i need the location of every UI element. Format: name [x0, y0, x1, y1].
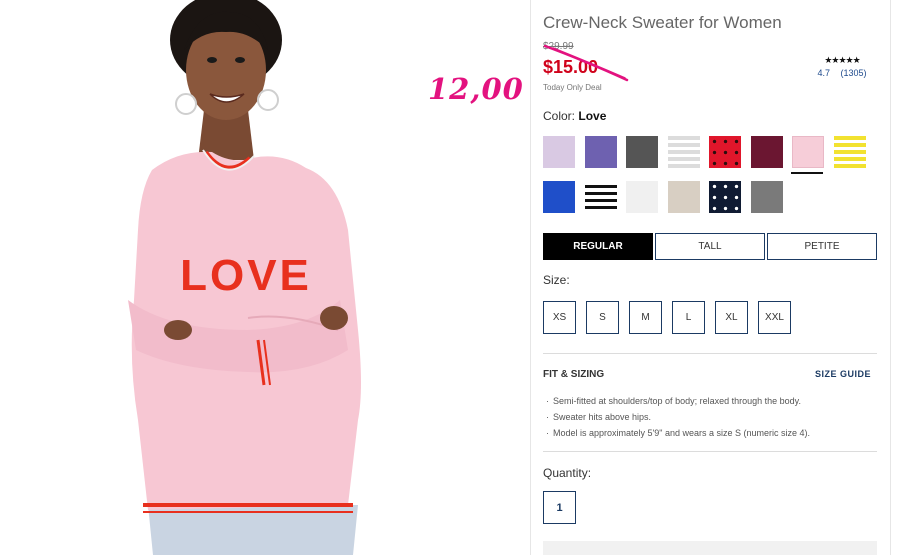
tab-regular[interactable]: REGULAR — [543, 233, 653, 260]
color-swatch-yellow-stripe[interactable] — [833, 136, 866, 168]
color-swatch-love-pink[interactable] — [792, 136, 824, 168]
review-count-link[interactable]: (1305) — [841, 68, 867, 78]
handwritten-strikethrough — [543, 44, 629, 82]
fit-sizing-heading: FIT & SIZING — [543, 369, 605, 380]
sweater-print-text: LOVE — [180, 251, 312, 300]
deal-label: Today Only Deal — [543, 83, 602, 92]
color-label-text: Color: — [543, 109, 576, 123]
color-swatch-navy-dot[interactable] — [709, 181, 741, 213]
quantity-label: Quantity: — [543, 466, 592, 480]
size-button-xs[interactable]: XS — [543, 301, 576, 334]
color-swatch-oatmeal[interactable] — [667, 181, 700, 213]
column-divider-right — [890, 0, 891, 555]
model-illustration: LOVE — [108, 0, 404, 555]
tab-tall[interactable]: TALL — [655, 233, 765, 260]
column-divider-left — [530, 0, 531, 555]
rating-value: 4.7 — [817, 68, 830, 78]
color-swatch-black-white-stripe[interactable] — [584, 181, 617, 213]
section-divider — [543, 451, 877, 452]
color-swatch-red-dot[interactable] — [709, 136, 741, 168]
add-to-bag-panel — [543, 541, 877, 555]
color-label: Color: Love — [543, 109, 606, 123]
color-swatch-white[interactable] — [626, 181, 658, 213]
section-divider — [543, 353, 877, 354]
size-label: Size: — [543, 273, 570, 287]
size-button-xl[interactable]: XL — [715, 301, 748, 334]
product-rating[interactable]: ★★★★★ 4.7 (1305) — [814, 55, 870, 78]
selected-color-name: Love — [578, 109, 607, 123]
quantity-select[interactable]: 1 — [543, 491, 576, 524]
size-button-s[interactable]: S — [586, 301, 619, 334]
list-item: Semi-fitted at shoulders/top of body; re… — [546, 393, 810, 409]
tab-petite[interactable]: PETITE — [767, 233, 877, 260]
fit-tabs: REGULAR TALL PETITE — [543, 233, 877, 260]
color-swatch-cobalt[interactable] — [543, 181, 575, 213]
color-swatch-lavender[interactable] — [543, 136, 575, 168]
size-options: XS S M L XL XXL — [543, 301, 791, 334]
star-rating-icon: ★★★★★ — [824, 55, 860, 65]
product-photo: LOVE — [108, 0, 404, 555]
fit-sizing-list: Semi-fitted at shoulders/top of body; re… — [546, 393, 810, 441]
color-swatch-periwinkle[interactable] — [584, 136, 617, 168]
color-swatch-heather-grey[interactable] — [750, 181, 783, 213]
size-guide-link[interactable]: SIZE GUIDE — [815, 369, 871, 379]
color-swatch-burgundy[interactable] — [750, 136, 783, 168]
color-swatch-grey-stripe[interactable] — [667, 136, 700, 168]
size-button-l[interactable]: L — [672, 301, 705, 334]
size-button-xxl[interactable]: XXL — [758, 301, 791, 334]
handwritten-price-annotation: 12,00 — [428, 72, 524, 106]
size-button-m[interactable]: M — [629, 301, 662, 334]
list-item: Sweater hits above hips. — [546, 409, 810, 425]
list-item: Model is approximately 5'9" and wears a … — [546, 425, 810, 441]
product-title: Crew-Neck Sweater for Women — [543, 13, 782, 32]
color-swatch-charcoal[interactable] — [626, 136, 658, 168]
selected-swatch-indicator — [791, 172, 823, 174]
